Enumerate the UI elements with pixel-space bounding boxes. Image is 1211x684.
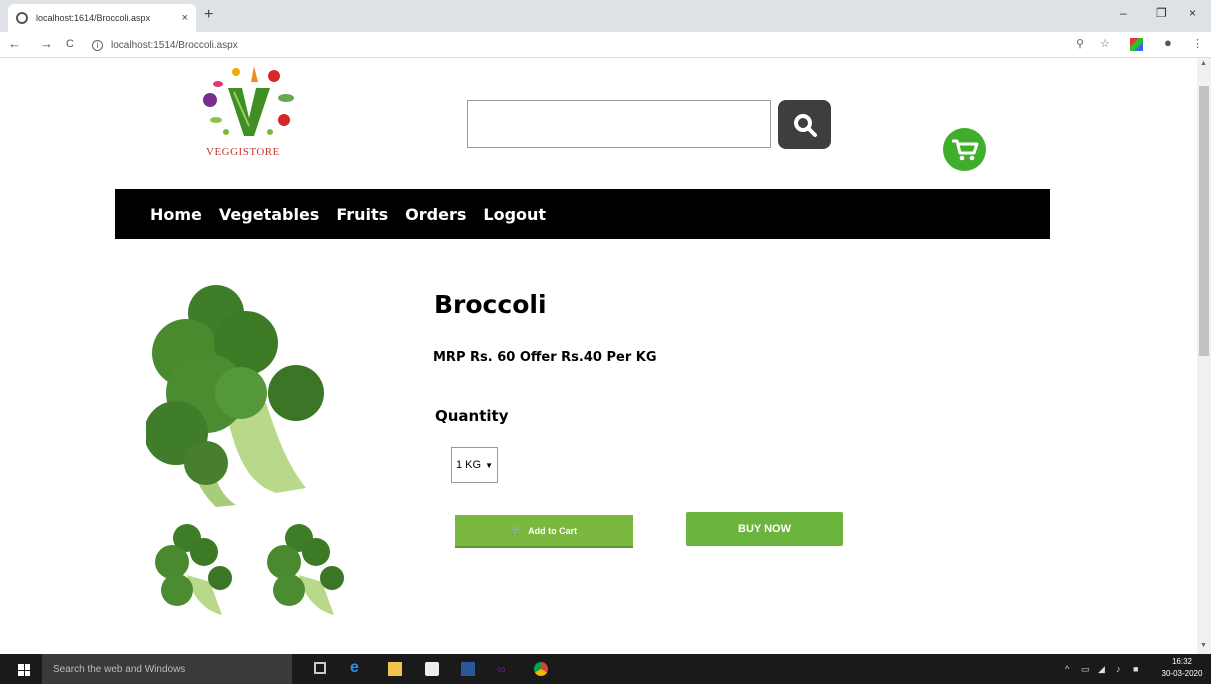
veggie-logo-icon	[203, 66, 294, 136]
battery-icon[interactable]: ▭	[1081, 664, 1090, 675]
nav-orders[interactable]: Orders	[405, 205, 466, 224]
browser-tabstrip: localhost:1614/Broccoli.aspx × + – ❐ ×	[0, 0, 1211, 32]
product-thumbnail[interactable]	[152, 520, 232, 620]
url-field[interactable]: i localhost:1514/Broccoli.aspx	[92, 36, 1062, 54]
add-to-cart-button[interactable]: 🛒 Add to Cart	[455, 515, 633, 548]
chevron-down-icon: ▼	[485, 460, 493, 470]
nav-fruits[interactable]: Fruits	[336, 205, 388, 224]
clock-date: 30-03-2020	[1161, 669, 1203, 678]
taskbar-search-input[interactable]: Search the web and Windows	[42, 654, 292, 684]
scrollbar-thumb[interactable]	[1199, 86, 1209, 356]
globe-icon	[16, 12, 28, 24]
product-thumbnail[interactable]	[264, 520, 344, 620]
nav-logout[interactable]: Logout	[483, 205, 546, 224]
reload-button[interactable]: C	[66, 38, 74, 50]
volume-icon[interactable]: ♪	[1116, 664, 1121, 674]
scroll-down-icon[interactable]: ▼	[1200, 642, 1207, 649]
minimize-button[interactable]: –	[1120, 6, 1127, 20]
quantity-label: Quantity	[435, 407, 509, 425]
url-text: localhost:1514/Broccoli.aspx	[111, 39, 238, 51]
restore-button[interactable]: ❐	[1156, 6, 1167, 20]
zoom-icon[interactable]: ⚲	[1076, 37, 1084, 50]
profile-icon[interactable]: ●	[1164, 35, 1172, 50]
tab-title: localhost:1614/Broccoli.aspx	[36, 13, 151, 23]
chrome-icon[interactable]	[534, 662, 548, 676]
word-icon[interactable]	[461, 662, 475, 676]
notification-icon[interactable]: ■	[1133, 664, 1138, 674]
forward-button[interactable]: →	[40, 36, 53, 51]
file-explorer-icon[interactable]	[388, 662, 402, 676]
back-button[interactable]: ←	[8, 36, 21, 51]
product-main-image	[146, 283, 326, 510]
nav-vegetables[interactable]: Vegetables	[219, 205, 319, 224]
edge-icon[interactable]: e	[350, 659, 364, 676]
search-icon	[793, 113, 817, 137]
clock-time: 16:32	[1171, 657, 1193, 666]
visual-studio-icon[interactable]: ∞	[497, 662, 511, 676]
browser-menu-icon[interactable]: ⋮	[1192, 37, 1203, 50]
nav-home[interactable]: Home	[150, 205, 202, 224]
cart-icon: 🛒	[510, 525, 523, 535]
quantity-selected-value: 1 KG	[456, 459, 482, 471]
search-input[interactable]	[467, 100, 771, 148]
taskbar-clock[interactable]: 16:32 30-03-2020	[1160, 656, 1204, 680]
info-icon[interactable]: i	[92, 39, 103, 51]
network-icon[interactable]: ◢	[1098, 664, 1105, 675]
add-to-cart-label: Add to Cart	[528, 525, 578, 536]
cart-button[interactable]	[943, 128, 986, 171]
window-close-button[interactable]: ×	[1189, 6, 1196, 20]
windows-taskbar: Search the web and Windows e ∞ ^ ▭ ◢ ♪ ■…	[0, 654, 1211, 684]
scrollbar[interactable]: ▲ ▼	[1197, 58, 1211, 654]
shopping-cart-icon	[951, 139, 978, 160]
extension-icon[interactable]	[1130, 38, 1143, 51]
task-view-icon[interactable]	[314, 662, 326, 674]
search-button[interactable]	[778, 100, 831, 149]
address-bar-row: ← → C i localhost:1514/Broccoli.aspx ⚲ ☆…	[0, 32, 1211, 58]
star-icon[interactable]: ☆	[1100, 37, 1110, 50]
product-price: MRP Rs. 60 Offer Rs.40 Per KG	[433, 350, 657, 365]
buy-now-button[interactable]: BUY NOW	[686, 512, 843, 546]
main-nav: Home Vegetables Fruits Orders Logout	[115, 189, 1050, 239]
tray-chevron-icon[interactable]: ^	[1065, 664, 1069, 674]
site-logo[interactable]: VEGGISTORE	[196, 62, 302, 170]
quantity-select[interactable]: 1 KG ▼	[451, 447, 498, 483]
product-title: Broccoli	[434, 290, 547, 319]
scroll-up-icon[interactable]: ▲	[1200, 60, 1207, 67]
new-tab-button[interactable]: +	[204, 6, 213, 24]
store-icon[interactable]	[425, 662, 439, 676]
windows-start-icon[interactable]	[18, 664, 30, 676]
tab-close-icon[interactable]: ×	[182, 12, 188, 24]
browser-tab[interactable]: localhost:1614/Broccoli.aspx ×	[8, 4, 196, 32]
logo-text: VEGGISTORE	[206, 146, 280, 158]
